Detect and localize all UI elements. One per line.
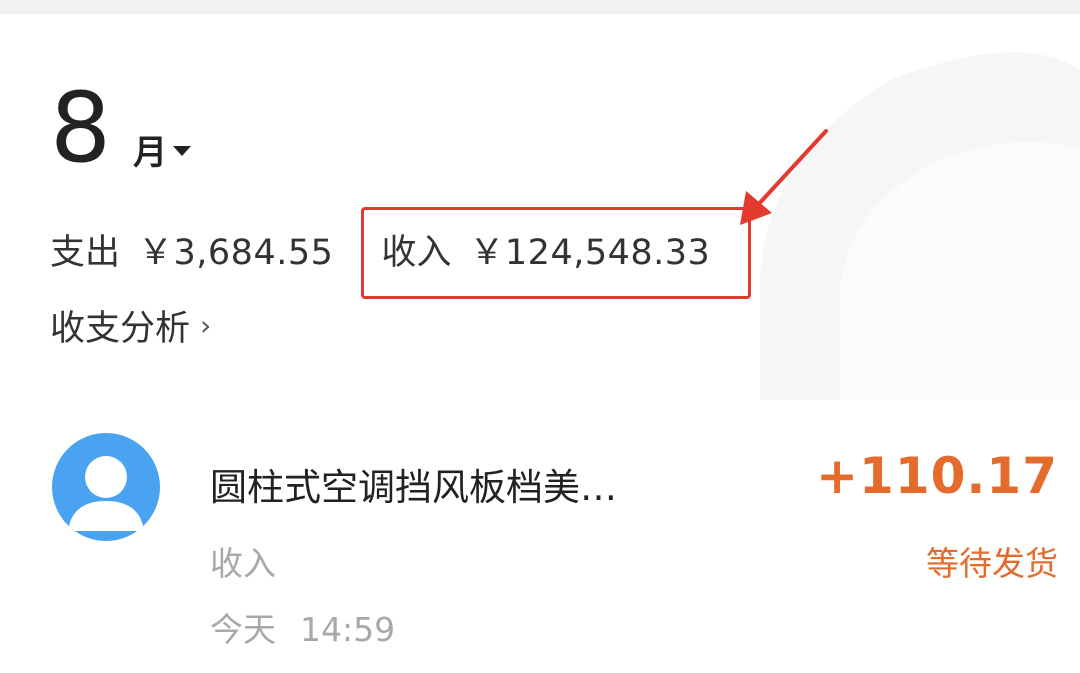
month-unit: 月 — [133, 133, 168, 173]
caret-down-icon[interactable] — [173, 146, 192, 156]
annotation-arrow — [740, 129, 828, 225]
expense-amount: ￥3,684.55 — [138, 232, 334, 273]
transaction-type: 收入 — [210, 544, 276, 583]
transaction-title: 圆柱式空调挡风板档美… — [210, 466, 617, 509]
transaction-datetime: 今天 14:59 — [210, 603, 395, 651]
transaction-amount: +110.17 — [816, 447, 1058, 505]
income-expense-analysis-link[interactable]: 收支分析 › — [50, 300, 211, 351]
top-bar-strip — [0, 0, 1080, 14]
expense-label: 支出 — [50, 232, 121, 273]
chevron-right-icon: › — [200, 309, 212, 342]
analysis-link-label: 收支分析 — [50, 309, 191, 349]
user-avatar-icon — [52, 433, 160, 541]
transaction-list-item[interactable]: 圆柱式空调挡风板档美… 收入 今天 14:59 +110.17 等待发货 — [0, 425, 1080, 665]
annotation-highlight-box — [361, 207, 751, 299]
transaction-time: 14:59 — [300, 610, 396, 649]
month-selector[interactable]: 8 月 — [50, 66, 192, 184]
month-number: 8 — [50, 72, 111, 184]
transaction-status: 等待发货 — [926, 544, 1058, 583]
transaction-date: 今天 — [210, 610, 276, 649]
